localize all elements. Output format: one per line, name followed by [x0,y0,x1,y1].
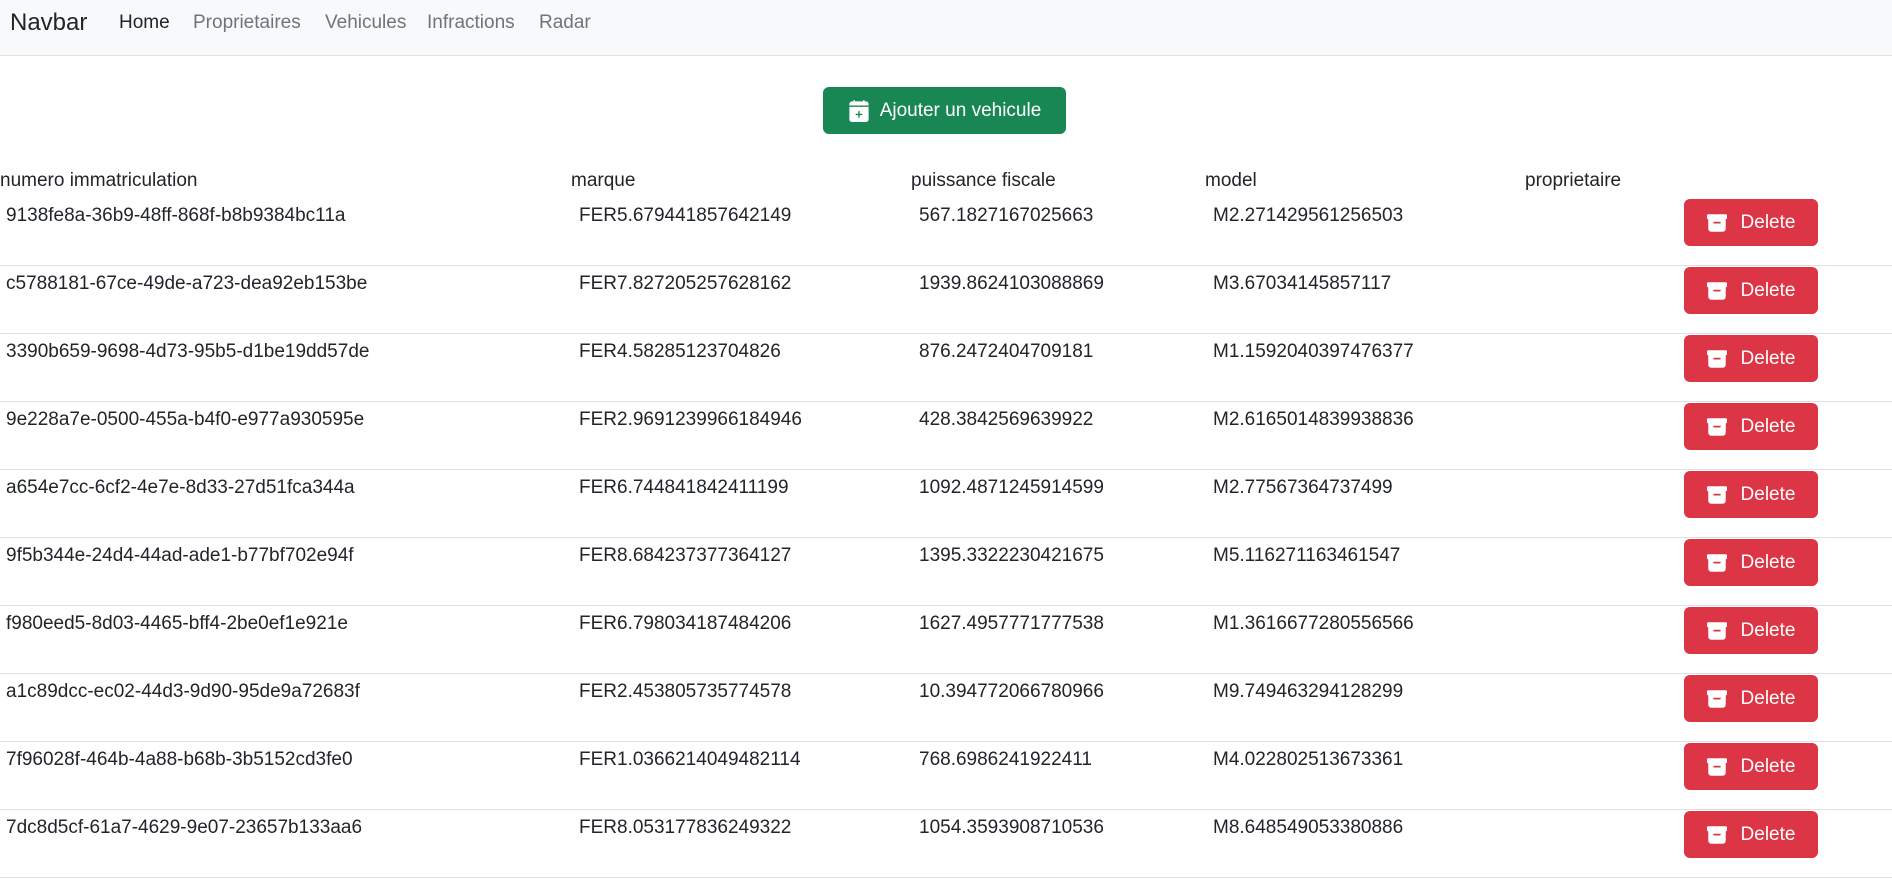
delete-button[interactable]: Delete [1684,539,1818,586]
archive-icon [1706,213,1727,233]
archive-icon [1706,825,1727,845]
cell-puissance: 10.394772066780966 [919,681,1104,702]
cell-immatriculation: 7f96028f-464b-4a88-b68b-3b5152cd3fe0 [6,749,353,770]
table-row: 7dc8d5cf-61a7-4629-9e07-23657b133aa6 FER… [0,810,1892,878]
cell-model: M2.271429561256503 [1213,205,1404,226]
header-puissance: puissance fiscale [911,170,1056,191]
table-row: 7f96028f-464b-4a88-b68b-3b5152cd3fe0 FER… [0,742,1892,810]
archive-icon [1706,349,1727,369]
archive-icon [1706,689,1727,709]
archive-icon [1706,621,1727,641]
delete-button[interactable]: Delete [1684,811,1818,858]
cell-puissance: 1092.4871245914599 [919,477,1104,498]
delete-label: Delete [1740,755,1796,777]
cell-immatriculation: 9f5b344e-24d4-44ad-ade1-b77bf702e94f [6,545,354,566]
cell-puissance: 768.6986241922411 [919,749,1092,770]
table-row: 3390b659-9698-4d73-95b5-d1be19dd57de FER… [0,334,1892,402]
delete-button[interactable]: Delete [1684,403,1818,450]
table-row: f980eed5-8d03-4465-bff4-2be0ef1e921e FER… [0,606,1892,674]
add-vehicle-button[interactable]: Ajouter un vehicule [823,87,1066,134]
delete-button[interactable]: Delete [1684,607,1818,654]
cell-immatriculation: 7dc8d5cf-61a7-4629-9e07-23657b133aa6 [6,817,363,838]
delete-button[interactable]: Delete [1684,743,1818,790]
cell-model: M3.67034145857117 [1213,273,1392,294]
delete-label: Delete [1740,619,1796,641]
cell-model: M1.1592040397476377 [1213,341,1414,362]
cell-immatriculation: c5788181-67ce-49de-a723-dea92eb153be [6,273,368,294]
header-proprietaire: proprietaire [1525,170,1622,191]
header-marque: marque [571,170,636,191]
table-row: c5788181-67ce-49de-a723-dea92eb153be FER… [0,266,1892,334]
delete-label: Delete [1740,347,1796,369]
delete-button[interactable]: Delete [1684,471,1818,518]
cell-puissance: 567.1827167025663 [919,205,1094,226]
cell-puissance: 428.3842569639922 [919,409,1094,430]
cell-marque: FER7.827205257628162 [579,273,792,294]
nav-link-proprietaires[interactable]: Proprietaires [193,12,301,34]
cell-immatriculation: a654e7cc-6cf2-4e7e-8d33-27d51fca344a [6,477,355,498]
nav-link-infractions[interactable]: Infractions [427,12,515,34]
archive-icon [1706,485,1727,505]
table-row: 9f5b344e-24d4-44ad-ade1-b77bf702e94f FER… [0,538,1892,606]
delete-button[interactable]: Delete [1684,675,1818,722]
header-immatriculation: numero immatriculation [0,170,198,191]
delete-button[interactable]: Delete [1684,199,1818,246]
archive-icon [1706,757,1727,777]
delete-button[interactable]: Delete [1684,267,1818,314]
navbar: Navbar Home Proprietaires Vehicules Infr… [0,0,1892,56]
table-row: a1c89dcc-ec02-44d3-9d90-95de9a72683f FER… [0,674,1892,742]
cell-marque: FER5.679441857642149 [579,205,792,226]
cell-immatriculation: 3390b659-9698-4d73-95b5-d1be19dd57de [6,341,370,362]
cell-puissance: 1395.3322230421675 [919,545,1104,566]
nav-link-vehicules[interactable]: Vehicules [325,12,406,34]
nav-link-radar[interactable]: Radar [539,12,591,34]
navbar-brand[interactable]: Navbar [10,9,87,37]
cell-model: M8.648549053380886 [1213,817,1404,838]
cell-puissance: 1054.3593908710536 [919,817,1104,838]
archive-icon [1706,417,1727,437]
cell-model: M1.3616677280556566 [1213,613,1414,634]
cell-marque: FER4.58285123704826 [579,341,781,362]
cell-marque: FER8.053177836249322 [579,817,792,838]
delete-label: Delete [1740,211,1796,233]
delete-button[interactable]: Delete [1684,335,1818,382]
cell-puissance: 1627.4957771777538 [919,613,1104,634]
cell-marque: FER2.453805735774578 [579,681,792,702]
delete-label: Delete [1740,687,1796,709]
cell-puissance: 876.2472404709181 [919,341,1094,362]
cell-marque: FER2.9691239966184946 [579,409,802,430]
cell-marque: FER6.744841842411199 [579,477,789,498]
cell-immatriculation: 9e228a7e-0500-455a-b4f0-e977a930595e [6,409,365,430]
cell-model: M2.6165014839938836 [1213,409,1414,430]
header-model: model [1205,170,1257,191]
delete-label: Delete [1740,279,1796,301]
archive-icon [1706,553,1727,573]
cell-marque: FER8.684237377364127 [579,545,792,566]
cell-model: M2.77567364737499 [1213,477,1393,498]
table-row: a654e7cc-6cf2-4e7e-8d33-27d51fca344a FER… [0,470,1892,538]
add-vehicle-label: Ajouter un vehicule [879,99,1042,121]
delete-label: Delete [1740,415,1796,437]
delete-label: Delete [1740,483,1796,505]
cell-immatriculation: f980eed5-8d03-4465-bff4-2be0ef1e921e [6,613,348,634]
cell-model: M9.749463294128299 [1213,681,1404,702]
calendar-plus-icon [848,99,870,122]
nav-link-home[interactable]: Home [119,12,170,34]
cell-model: M5.116271163461547 [1213,545,1401,566]
cell-model: M4.022802513673361 [1213,749,1404,770]
delete-label: Delete [1740,551,1796,573]
table-row: 9138fe8a-36b9-48ff-868f-b8b9384bc11a FER… [0,198,1892,266]
delete-label: Delete [1740,823,1796,845]
cell-marque: FER6.798034187484206 [579,613,792,634]
table-row: 9e228a7e-0500-455a-b4f0-e977a930595e FER… [0,402,1892,470]
archive-icon [1706,281,1727,301]
cell-immatriculation: 9138fe8a-36b9-48ff-868f-b8b9384bc11a [6,205,346,226]
cell-immatriculation: a1c89dcc-ec02-44d3-9d90-95de9a72683f [6,681,360,702]
cell-puissance: 1939.8624103088869 [919,273,1104,294]
cell-marque: FER1.0366214049482114 [579,749,801,770]
